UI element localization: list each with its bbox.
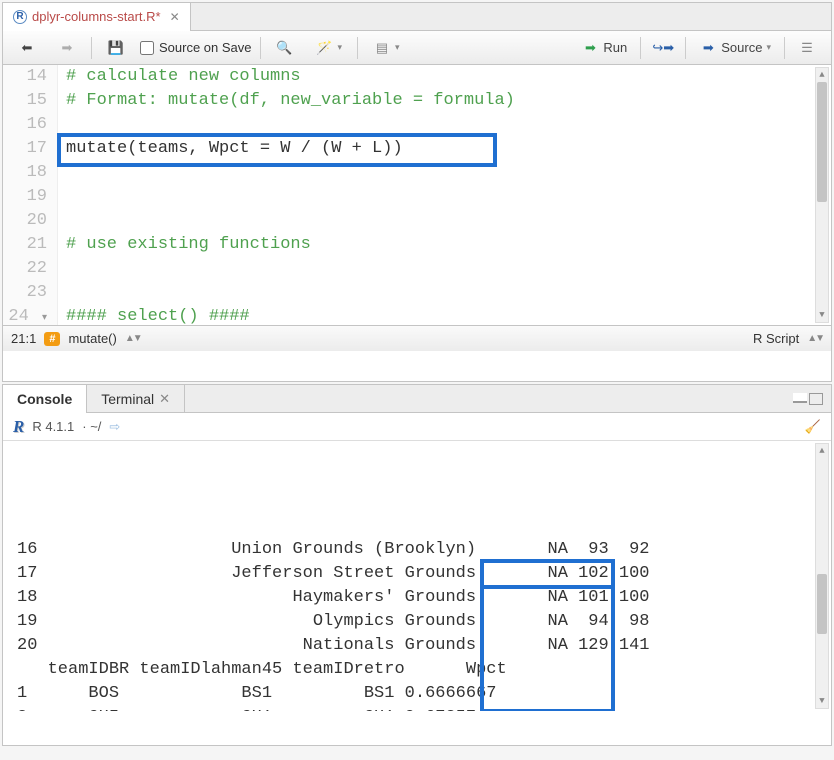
separator	[640, 37, 641, 59]
minimize-pane-icon[interactable]	[793, 393, 807, 403]
close-terminal-icon[interactable]: ✕	[159, 391, 170, 407]
console-row: 17 Jefferson Street Grounds NA 102 100	[17, 562, 831, 586]
back-button[interactable]: ⬅	[11, 35, 43, 61]
separator	[784, 37, 785, 59]
source-on-save-toggle[interactable]: Source on Save	[140, 40, 252, 55]
separator	[685, 37, 686, 59]
scroll-down-arrow[interactable]: ▼	[816, 694, 828, 708]
forward-button[interactable]: ➡	[51, 35, 83, 61]
working-dir-label[interactable]: · ~/	[82, 419, 101, 434]
code-line[interactable]	[66, 281, 831, 305]
close-tab-icon[interactable]: ✕	[170, 10, 180, 24]
rerun-icon: ↪➡	[654, 39, 672, 57]
scope-updown-icon[interactable]: ▲▼	[125, 333, 141, 344]
notebook-button[interactable]: ▤▾	[366, 35, 407, 61]
scroll-down-arrow[interactable]: ▼	[816, 308, 828, 322]
editor-tabbar: R dplyr-columns-start.R* ✕	[3, 3, 831, 31]
code-line[interactable]	[66, 209, 831, 233]
tab-console[interactable]: Console	[3, 385, 87, 413]
share-icon[interactable]: ⇨	[109, 419, 120, 435]
filetype-updown-icon[interactable]: ▲▼	[807, 333, 823, 344]
scroll-thumb[interactable]	[817, 574, 827, 634]
save-icon: 💾	[107, 39, 125, 57]
console-output[interactable]: ▲ ▼ 16 Union Grounds (Brooklyn) NA 93 92…	[3, 441, 831, 711]
separator	[357, 37, 358, 59]
console-row: 16 Union Grounds (Brooklyn) NA 93 92	[17, 538, 831, 562]
code-line[interactable]: mutate(teams, Wpct = W / (W + L))	[66, 137, 831, 161]
code-line[interactable]	[66, 257, 831, 281]
code-line[interactable]: # use existing functions	[66, 233, 831, 257]
editor-scrollbar[interactable]: ▲ ▼	[815, 67, 829, 323]
scope-label[interactable]: mutate()	[68, 331, 116, 346]
tab-console-label: Console	[17, 391, 72, 407]
editor-pane: R dplyr-columns-start.R* ✕ ⬅ ➡ 💾 Source …	[2, 2, 832, 382]
outline-icon: ☰	[798, 39, 816, 57]
search-icon: 🔍	[276, 39, 294, 57]
arrow-right-icon: ➡	[58, 39, 76, 57]
tab-terminal[interactable]: Terminal ✕	[87, 385, 185, 413]
source-icon: ➡	[699, 39, 717, 57]
editor-toolbar: ⬅ ➡ 💾 Source on Save 🔍 🪄▾ ▤▾ ➡ Run	[3, 31, 831, 65]
wand-button[interactable]: 🪄▾	[309, 35, 350, 61]
console-scrollbar[interactable]: ▲ ▼	[815, 443, 829, 709]
tab-terminal-label: Terminal	[101, 391, 154, 407]
code-line[interactable]	[66, 113, 831, 137]
r-logo-icon: R	[13, 417, 24, 437]
source-on-save-checkbox[interactable]	[140, 41, 154, 55]
rerun-button[interactable]: ↪➡	[647, 35, 679, 61]
clear-console-icon[interactable]: 🧹	[805, 419, 821, 435]
run-icon: ➡	[581, 39, 599, 57]
source-label: Source	[721, 40, 762, 55]
code-editor[interactable]: 1415161718192021222324 ▾ # calculate new…	[3, 65, 831, 325]
maximize-pane-icon[interactable]	[809, 393, 823, 405]
console-row: 2 CHI CH1 CH1 0.6785714	[17, 706, 831, 711]
code-line[interactable]	[66, 161, 831, 185]
console-info-bar: R R 4.1.1 · ~/ ⇨ 🧹	[3, 413, 831, 441]
r-file-icon: R	[13, 10, 27, 24]
source-button[interactable]: ➡ Source ▾	[692, 35, 778, 61]
code-line[interactable]: # calculate new columns	[66, 65, 831, 89]
scroll-up-arrow[interactable]: ▲	[816, 444, 828, 458]
code-line[interactable]	[66, 185, 831, 209]
separator	[91, 37, 92, 59]
code-line[interactable]: #### select() ####	[66, 305, 831, 325]
console-row: 1 BOS BS1 BS1 0.6666667	[17, 682, 831, 706]
outline-button[interactable]: ☰	[791, 35, 823, 61]
code-line[interactable]: # Format: mutate(df, new_variable = form…	[66, 89, 831, 113]
console-tabbar: Console Terminal ✕	[3, 385, 831, 413]
console-row: 18 Haymakers' Grounds NA 101 100	[17, 586, 831, 610]
console-pane: Console Terminal ✕ R R 4.1.1 · ~/ ⇨ 🧹 ▲ …	[2, 384, 832, 746]
scope-badge: #	[44, 332, 60, 346]
separator	[260, 37, 261, 59]
console-row: 20 Nationals Grounds NA 129 141	[17, 634, 831, 658]
scroll-up-arrow[interactable]: ▲	[816, 68, 828, 82]
run-label: Run	[603, 40, 627, 55]
save-button[interactable]: 💾	[100, 35, 132, 61]
console-header-row: teamIDBR teamIDlahman45 teamIDretro Wpct	[17, 658, 831, 682]
wand-icon: 🪄	[316, 39, 334, 57]
file-tab[interactable]: R dplyr-columns-start.R* ✕	[3, 3, 191, 31]
console-row: 19 Olympics Grounds NA 94 98	[17, 610, 831, 634]
run-button[interactable]: ➡ Run	[574, 35, 634, 61]
arrow-left-icon: ⬅	[18, 39, 36, 57]
r-version-label: R 4.1.1	[32, 419, 74, 434]
file-tab-label: dplyr-columns-start.R*	[32, 9, 161, 24]
scroll-thumb[interactable]	[817, 82, 827, 202]
filetype-label[interactable]: R Script	[753, 331, 799, 346]
pane-window-controls	[793, 393, 831, 405]
cursor-position: 21:1	[11, 331, 36, 346]
line-gutter: 1415161718192021222324 ▾	[3, 65, 58, 325]
notebook-icon: ▤	[373, 39, 391, 57]
source-on-save-label: Source on Save	[159, 40, 252, 55]
find-button[interactable]: 🔍	[269, 35, 301, 61]
editor-statusbar: 21:1 # mutate() ▲▼ R Script ▲▼	[3, 325, 831, 351]
code-area[interactable]: # calculate new columns# Format: mutate(…	[58, 65, 831, 325]
